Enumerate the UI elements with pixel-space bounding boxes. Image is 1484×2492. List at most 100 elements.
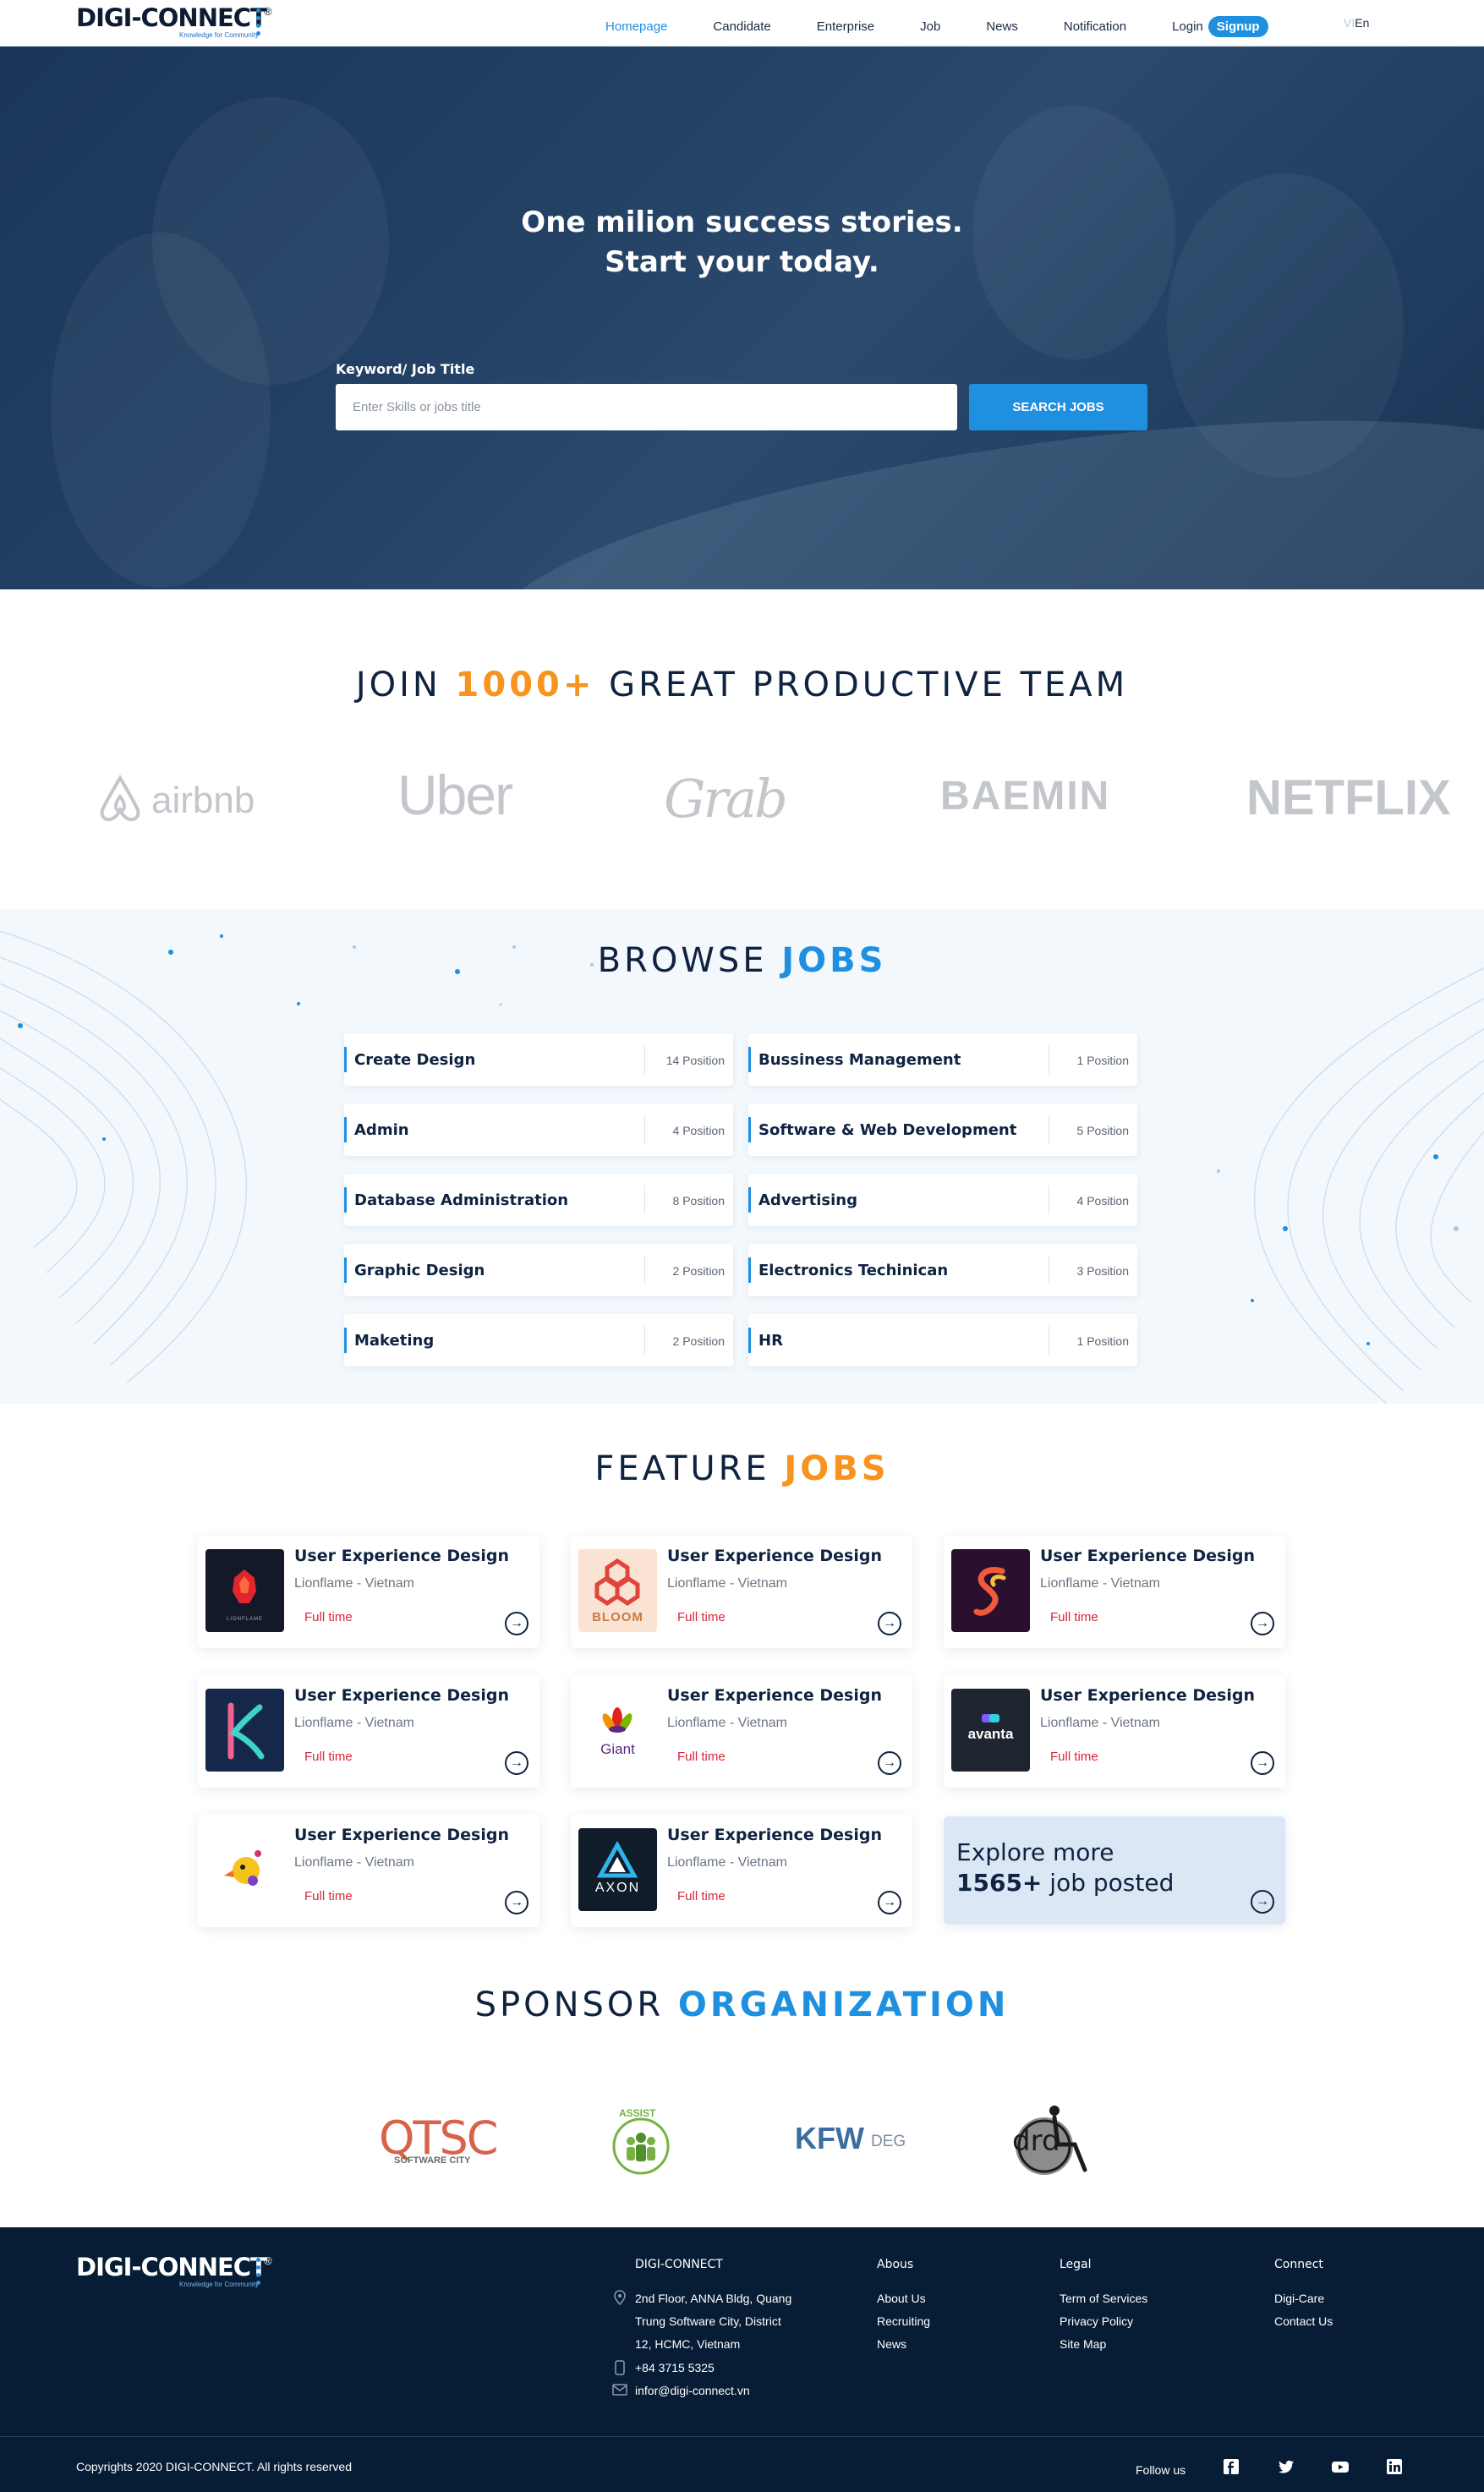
job-title[interactable]: User Experience Design	[294, 1826, 509, 1844]
footer-divider	[0, 2436, 1484, 2437]
job-search-input[interactable]	[336, 384, 957, 430]
nav-link-notification[interactable]: Notification	[1064, 19, 1126, 34]
footer-link-terms[interactable]: Term of Services	[1060, 2292, 1147, 2305]
feature-job-card[interactable]: BLOOM User Experience Design Lionflame -…	[571, 1536, 912, 1648]
footer-link-about-us[interactable]: About Us	[877, 2292, 926, 2305]
category-name: Admin	[354, 1121, 409, 1139]
axon-triangle-icon	[596, 1840, 638, 1878]
login-link[interactable]: Login	[1172, 19, 1203, 34]
linkedin-icon[interactable]	[1385, 2457, 1404, 2476]
job-category-card[interactable]: Electronics Techinican 3 Position	[748, 1244, 1137, 1296]
job-category-card[interactable]: Bussiness Management 1 Position	[748, 1033, 1137, 1086]
footer-link-digi-care[interactable]: Digi-Care	[1274, 2292, 1324, 2305]
twitter-icon[interactable]	[1277, 2457, 1295, 2476]
join-title-highlight: 1000+	[455, 665, 595, 704]
feature-job-card[interactable]: User Experience Design Lionflame - Vietn…	[944, 1536, 1285, 1648]
bird-logo	[205, 1828, 284, 1911]
site-footer: DIGI-CONNECT ® Knowledge for Community D…	[0, 2227, 1484, 2492]
explore-more-card[interactable]: Explore more 1565+ job posted →	[944, 1816, 1285, 1925]
category-separator	[644, 1186, 645, 1214]
job-type: Full time	[304, 1610, 353, 1624]
footer-email[interactable]: infor@digi-connect.vn	[635, 2384, 750, 2397]
hero-banner: One milion success stories. Start your t…	[0, 47, 1484, 589]
arrow-right-icon[interactable]: →	[878, 1612, 901, 1635]
lang-vi[interactable]: VI	[1344, 16, 1355, 30]
job-title[interactable]: User Experience Design	[294, 1686, 509, 1705]
signup-button[interactable]: Signup	[1207, 16, 1268, 37]
footer-link-contact-us[interactable]: Contact Us	[1274, 2314, 1333, 2328]
footer-connect-title: Connect	[1274, 2258, 1323, 2271]
lang-en[interactable]: En	[1355, 16, 1369, 30]
job-title[interactable]: User Experience Design	[1040, 1686, 1255, 1705]
nav-link-news[interactable]: News	[986, 19, 1018, 34]
category-name: Software & Web Development	[758, 1121, 1017, 1139]
job-category-card[interactable]: Admin 4 Position	[344, 1104, 733, 1156]
arrow-right-icon[interactable]: →	[878, 1751, 901, 1775]
job-type: Full time	[304, 1750, 353, 1764]
qtsc-subtext: SOFTWARE CITY	[394, 2155, 471, 2166]
axon-wordmark: AXON	[594, 1881, 641, 1895]
job-category-card[interactable]: Software & Web Development 5 Position	[748, 1104, 1137, 1156]
job-title[interactable]: User Experience Design	[667, 1826, 882, 1844]
feature-job-card[interactable]: Giant User Experience Design Lionflame -…	[571, 1675, 912, 1788]
job-category-card[interactable]: Create Design 14 Position	[344, 1033, 733, 1086]
nav-link-candidate[interactable]: Candidate	[713, 19, 770, 34]
footer-address-line2: Trung Software City, District	[635, 2314, 781, 2328]
arrow-right-icon[interactable]: →	[505, 1612, 528, 1635]
assist-logo: ASSIST	[607, 2107, 675, 2180]
nav-link-enterprise[interactable]: Enterprise	[817, 19, 874, 34]
bloom-logo: BLOOM	[578, 1549, 657, 1632]
job-type: Full time	[677, 1610, 726, 1624]
airbnb-logo: airbnb	[96, 773, 273, 824]
lionflame-wordmark: LIONFLAME	[226, 1617, 263, 1622]
grab-logo: Grab	[664, 768, 788, 830]
kfw-wordmark: KFW	[795, 2121, 864, 2155]
category-accent-bar	[344, 1187, 347, 1213]
category-name: HR	[758, 1332, 783, 1350]
arrow-right-icon[interactable]: →	[1251, 1890, 1274, 1914]
feature-job-card[interactable]: avanta User Experience Design Lionflame …	[944, 1675, 1285, 1788]
job-category-card[interactable]: Maketing 2 Position	[344, 1314, 733, 1366]
category-accent-bar	[748, 1328, 751, 1353]
browse-title-prefix: BROWSE	[597, 941, 782, 980]
youtube-icon[interactable]	[1331, 2457, 1350, 2476]
job-title[interactable]: User Experience Design	[667, 1547, 882, 1565]
footer-logo[interactable]: DIGI-CONNECT ® Knowledge for Community	[76, 2253, 279, 2292]
nav-link-job[interactable]: Job	[920, 19, 940, 34]
nav-links: Homepage Candidate Enterprise Job News N…	[605, 16, 1268, 37]
job-title[interactable]: User Experience Design	[294, 1547, 509, 1565]
feature-job-card[interactable]: AXON User Experience Design Lionflame - …	[571, 1815, 912, 1927]
airbnb-icon	[100, 775, 140, 822]
arrow-right-icon[interactable]: →	[1251, 1751, 1274, 1775]
job-category-card[interactable]: Database Administration 8 Position	[344, 1174, 733, 1226]
job-category-card[interactable]: HR 1 Position	[748, 1314, 1137, 1366]
footer-link-recruiting[interactable]: Recruiting	[877, 2314, 930, 2328]
arrow-right-icon[interactable]: →	[1251, 1612, 1274, 1635]
nav-link-homepage[interactable]: Homepage	[605, 19, 667, 34]
job-title[interactable]: User Experience Design	[1040, 1547, 1255, 1565]
arrow-right-icon[interactable]: →	[878, 1891, 901, 1914]
category-separator	[644, 1326, 645, 1355]
explore-count: 1565+	[956, 1869, 1043, 1897]
language-switcher[interactable]: VIEn	[1344, 16, 1369, 30]
arrow-right-icon[interactable]: →	[505, 1891, 528, 1914]
job-category-card[interactable]: Graphic Design 2 Position	[344, 1244, 733, 1296]
footer-phone[interactable]: +84 3715 5325	[635, 2361, 715, 2374]
job-type: Full time	[1050, 1610, 1098, 1624]
feature-job-card[interactable]: User Experience Design Lionflame - Vietn…	[198, 1675, 539, 1788]
job-category-card[interactable]: Advertising 4 Position	[748, 1174, 1137, 1226]
footer-link-news[interactable]: News	[877, 2337, 906, 2351]
giant-logo: Giant	[578, 1689, 657, 1772]
site-logo[interactable]: DIGI-CONNECT ® Knowledge for Community	[76, 3, 279, 42]
bird-icon	[224, 1850, 261, 1886]
facebook-icon[interactable]	[1222, 2457, 1240, 2476]
arrow-right-icon[interactable]: →	[505, 1751, 528, 1775]
job-title[interactable]: User Experience Design	[667, 1686, 882, 1705]
search-jobs-button[interactable]: SEARCH JOBS	[969, 384, 1147, 430]
category-accent-bar	[748, 1187, 751, 1213]
feature-job-card[interactable]: User Experience Design Lionflame - Vietn…	[198, 1815, 539, 1927]
feature-job-card[interactable]: LIONFLAME User Experience Design Lionfla…	[198, 1536, 539, 1648]
footer-link-privacy[interactable]: Privacy Policy	[1060, 2314, 1133, 2328]
category-separator	[644, 1045, 645, 1074]
footer-link-sitemap[interactable]: Site Map	[1060, 2337, 1106, 2351]
